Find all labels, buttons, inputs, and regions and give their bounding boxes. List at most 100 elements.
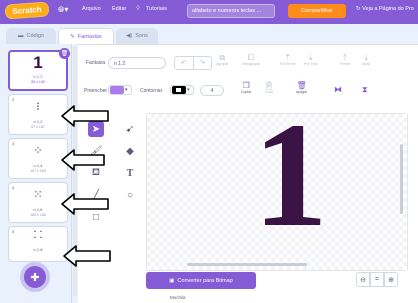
- forward-button[interactable]: ⇡ Pra frente: [280, 53, 295, 66]
- redo-icon[interactable]: ↷: [192, 57, 212, 69]
- equals-icon: =: [374, 276, 380, 283]
- add-costume-button[interactable]: ✚: [24, 266, 46, 288]
- backpack-label[interactable]: Mochila: [170, 295, 186, 300]
- select-tool[interactable]: ➤: [88, 121, 104, 137]
- line-tool[interactable]: ╱: [88, 187, 104, 203]
- see-project-label: Veja a Página do Pro: [362, 6, 414, 12]
- costume-thumb-1[interactable]: 1 1 n 1.2 86 x 168 🗑︎: [8, 48, 70, 91]
- canvas-horizontal-scrollbar[interactable]: [187, 263, 307, 266]
- backward-icon: ⇣: [307, 53, 314, 62]
- tutorials-icon: 💡︎: [136, 6, 140, 12]
- forward-icon: ⇡: [284, 53, 292, 62]
- costume-preview: ⁘: [33, 145, 43, 157]
- costume-glyph[interactable]: 1: [253, 114, 328, 250]
- costume-thumb-3[interactable]: 3 ⁘ n 1.4 107 x 168: [8, 138, 68, 179]
- reshape-icon: ➹: [125, 123, 135, 135]
- costume-name-label: Fantasia: [86, 60, 106, 66]
- costume-name: n 1.6: [33, 207, 43, 212]
- zoom-in-button[interactable]: ⊕: [384, 272, 398, 287]
- costume-thumb-4[interactable]: 4 ⁙ n 1.6 189 x 158: [8, 182, 68, 223]
- front-label: Frente: [340, 62, 351, 66]
- outline-width-input[interactable]: 4: [200, 85, 224, 96]
- flip-vertical-icon: ⧗: [362, 85, 368, 94]
- eraser-tool[interactable]: ◆: [122, 143, 138, 159]
- paste-button[interactable]: 📋︎ Colar: [264, 81, 274, 94]
- tab-costumes-label: Fantasias: [77, 33, 102, 40]
- circle-icon: ○: [126, 189, 134, 201]
- globe-icon[interactable]: 🌐︎▾: [58, 5, 68, 15]
- brush-tool[interactable]: 🖌︎: [88, 143, 104, 159]
- back-label: Atrás: [362, 62, 371, 66]
- brush-icon: 🖌︎: [89, 145, 103, 157]
- share-button[interactable]: Compartilhar: [288, 4, 346, 18]
- costume-preview: ⁙: [33, 189, 43, 201]
- canvas-vertical-scrollbar[interactable]: [400, 144, 403, 214]
- paint-canvas[interactable]: 1: [146, 113, 408, 271]
- back-button[interactable]: ⤓ Atrás: [362, 53, 370, 66]
- text-tool[interactable]: T: [122, 165, 138, 181]
- delete-label: Apagar: [296, 90, 308, 94]
- costume-list-scrollbar[interactable]: [73, 46, 77, 296]
- flip-vertical-button[interactable]: ⧗: [362, 85, 368, 94]
- undo-icon[interactable]: ↶: [175, 57, 193, 69]
- copy-button[interactable]: ❐ Copiar: [241, 81, 251, 94]
- group-button[interactable]: ⧉ Agrupar: [216, 53, 228, 66]
- costume-size: 107 x 168: [30, 169, 46, 173]
- fill-color-picker[interactable]: ▾: [108, 85, 132, 95]
- rectangle-tool[interactable]: □: [88, 209, 104, 225]
- tab-costumes[interactable]: ✎ Fantasias: [58, 28, 114, 44]
- delete-button[interactable]: 🗑︎ Apagar: [296, 81, 307, 94]
- speaker-icon: ◀): [126, 33, 133, 39]
- undo-redo-group: ↶ ↷: [174, 56, 212, 70]
- reshape-tool[interactable]: ➹: [122, 121, 138, 137]
- paintbrush-icon: ✎: [70, 33, 75, 40]
- costume-list: 1 1 n 1.2 86 x 168 🗑︎ 2 ⁝ n 1.2 67 x 167…: [0, 44, 72, 303]
- costume-thumb-2[interactable]: 2 ⁝ n 1.2 67 x 167: [8, 94, 68, 135]
- fill-tool[interactable]: ⛾: [88, 165, 104, 181]
- circle-tool[interactable]: ○: [122, 187, 138, 203]
- rectangle-icon: □: [92, 211, 100, 223]
- zoom-reset-button[interactable]: =: [370, 272, 384, 287]
- convert-to-bitmap-button[interactable]: ▣ Converter para Bitmap: [146, 272, 256, 289]
- costume-thumb-5[interactable]: 5 ⁚ ⁚ n 1.8: [8, 226, 68, 262]
- front-button[interactable]: ⤒ Frente: [340, 53, 350, 66]
- outline-color-swatch: [172, 86, 186, 94]
- edit-menu[interactable]: Editar: [112, 6, 126, 12]
- costume-preview: 1: [33, 53, 43, 72]
- group-label: Agrupar: [216, 62, 229, 66]
- front-icon: ⤒: [343, 53, 347, 62]
- tab-code[interactable]: ▬ Código: [6, 28, 56, 44]
- outline-label: Contornar: [140, 88, 163, 94]
- convert-to-bitmap-label: Converter para Bitmap: [177, 277, 233, 284]
- project-title-input[interactable]: alfabeto e numeros teclas ...: [187, 4, 275, 18]
- tutorials-menu[interactable]: Tutoriais: [146, 6, 167, 12]
- costume-name: n 1.2: [33, 119, 43, 124]
- costume-name-input[interactable]: n 1.2: [108, 57, 166, 69]
- trash-icon: 🗑︎: [296, 81, 307, 90]
- fill-label: Preencher: [84, 88, 108, 94]
- delete-costume-icon[interactable]: 🗑︎: [59, 48, 70, 59]
- ungroup-icon: ⧠: [247, 53, 255, 62]
- costume-preview: ⁚ ⁚: [33, 230, 43, 241]
- ungroup-button[interactable]: ⧠ Desagrupar: [242, 53, 260, 66]
- chevron-down-icon: ▾: [125, 87, 128, 93]
- eraser-icon: ◆: [126, 145, 134, 157]
- zoom-out-icon: ⊖: [360, 276, 366, 284]
- flip-horizontal-button[interactable]: ⧓: [334, 85, 342, 94]
- copy-label: Copiar: [241, 90, 252, 94]
- file-menu[interactable]: Arquivo: [82, 6, 101, 12]
- ungroup-label: Desagrupar: [242, 62, 261, 66]
- outline-color-picker[interactable]: ▾: [170, 85, 194, 95]
- line-icon: ╱: [92, 189, 100, 201]
- chevron-down-icon: ▾: [187, 87, 190, 93]
- bucket-icon: ⛾: [91, 166, 101, 178]
- costume-preview: ⁝: [36, 101, 40, 113]
- scratch-logo[interactable]: Scratch: [4, 1, 50, 20]
- backward-button[interactable]: ⇣ Pra Trás: [304, 53, 317, 66]
- paste-label: Colar: [264, 90, 274, 94]
- zoom-out-button[interactable]: ⊖: [356, 272, 370, 287]
- tab-sounds[interactable]: ◀) Sons: [116, 28, 158, 44]
- bitmap-icon: ▣: [169, 277, 175, 284]
- costume-size: 67 x 167: [31, 125, 45, 129]
- see-project-page-link[interactable]: ↻ Veja a Página do Pro: [356, 6, 414, 12]
